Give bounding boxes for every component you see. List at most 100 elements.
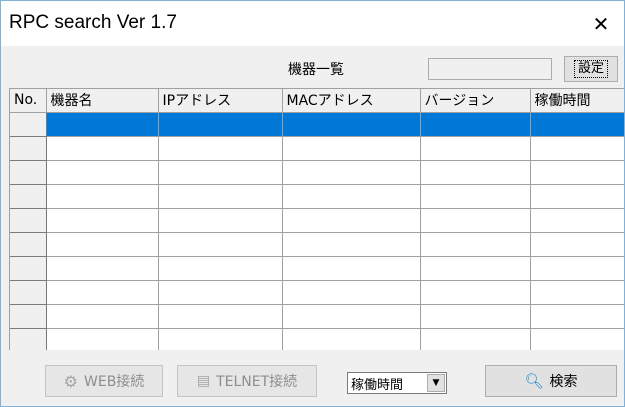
- table-cell[interactable]: [420, 208, 531, 233]
- chevron-down-icon[interactable]: ▼: [427, 374, 445, 392]
- row-header-cell[interactable]: [10, 184, 47, 209]
- row-header-cell[interactable]: [10, 160, 47, 185]
- device-list-title: 機器一覧: [288, 62, 344, 78]
- table-header-row: No. 機器名 IPアドレス MACアドレス バージョン 稼働時間: [10, 89, 624, 113]
- row-header-cell[interactable]: [10, 304, 47, 329]
- table-cell[interactable]: [420, 304, 531, 329]
- table-cell[interactable]: [158, 136, 283, 161]
- table-cell[interactable]: [282, 328, 421, 350]
- table-cell[interactable]: [158, 208, 283, 233]
- table-cell[interactable]: [158, 232, 283, 257]
- table-cell[interactable]: [158, 160, 283, 185]
- table-row[interactable]: [10, 256, 624, 281]
- table-row[interactable]: [10, 184, 624, 209]
- web-connect-button[interactable]: ⚙ WEB接続: [45, 365, 163, 397]
- table-row[interactable]: [10, 304, 624, 329]
- table-row[interactable]: [10, 208, 624, 233]
- table-cell[interactable]: [158, 256, 283, 281]
- table-cell[interactable]: [530, 160, 624, 185]
- device-grid[interactable]: No. 機器名 IPアドレス MACアドレス バージョン 稼働時間: [9, 88, 624, 350]
- web-connect-label: WEB接続: [84, 374, 145, 390]
- row-header-cell[interactable]: [10, 256, 47, 281]
- telnet-connect-label: TELNET接続: [216, 374, 298, 390]
- device-table: No. 機器名 IPアドレス MACアドレス バージョン 稼働時間: [10, 89, 624, 350]
- close-button[interactable]: ✕: [578, 1, 624, 46]
- table-cell[interactable]: [158, 304, 283, 329]
- table-cell[interactable]: [46, 160, 159, 185]
- table-cell[interactable]: [420, 256, 531, 281]
- table-cell[interactable]: [282, 304, 421, 329]
- table-row[interactable]: [10, 160, 624, 185]
- table-cell[interactable]: [158, 112, 283, 137]
- table-cell[interactable]: [158, 184, 283, 209]
- settings-button-label: 設定: [573, 60, 608, 78]
- table-row[interactable]: [10, 136, 624, 161]
- table-cell[interactable]: [530, 232, 624, 257]
- table-cell[interactable]: [282, 136, 421, 161]
- table-cell[interactable]: [282, 232, 421, 257]
- table-cell[interactable]: [282, 160, 421, 185]
- column-header-ip-address[interactable]: IPアドレス: [158, 89, 283, 113]
- table-cell[interactable]: [46, 136, 159, 161]
- table-cell[interactable]: [530, 208, 624, 233]
- search-label: 検索: [549, 374, 578, 390]
- table-cell[interactable]: [530, 328, 624, 350]
- table-cell[interactable]: [282, 280, 421, 305]
- table-cell[interactable]: [530, 184, 624, 209]
- status-field: [428, 58, 552, 80]
- settings-button[interactable]: 設定: [564, 56, 618, 82]
- table-cell[interactable]: [46, 208, 159, 233]
- table-cell[interactable]: [282, 256, 421, 281]
- sort-select-value: 稼働時間: [351, 377, 404, 393]
- app-window: RPC search Ver 1.7 ✕ 機器一覧 設定 No. 機器名 IPア…: [0, 0, 625, 407]
- row-header-cell[interactable]: [10, 136, 47, 161]
- close-icon: ✕: [592, 11, 610, 36]
- table-cell[interactable]: [530, 136, 624, 161]
- table-cell[interactable]: [420, 328, 531, 350]
- sort-select[interactable]: 稼働時間 ▼: [347, 372, 447, 394]
- row-header-cell[interactable]: [10, 280, 47, 305]
- column-header-mac-address[interactable]: MACアドレス: [282, 89, 421, 113]
- table-cell[interactable]: [46, 280, 159, 305]
- table-cell[interactable]: [530, 304, 624, 329]
- table-cell[interactable]: [46, 256, 159, 281]
- table-cell[interactable]: [158, 280, 283, 305]
- table-cell[interactable]: [420, 232, 531, 257]
- table-cell[interactable]: [530, 256, 624, 281]
- table-cell[interactable]: [46, 328, 159, 350]
- telnet-connect-button[interactable]: ▤ TELNET接続: [177, 365, 317, 397]
- table-row[interactable]: [10, 232, 624, 257]
- table-cell[interactable]: [46, 112, 159, 137]
- table-cell[interactable]: [158, 328, 283, 350]
- title-bar: RPC search Ver 1.7 ✕: [1, 1, 624, 46]
- column-header-uptime[interactable]: 稼働時間: [530, 89, 624, 113]
- row-header-cell[interactable]: [10, 328, 47, 350]
- table-cell[interactable]: [420, 136, 531, 161]
- row-header-cell[interactable]: [10, 232, 47, 257]
- table-cell[interactable]: [420, 280, 531, 305]
- column-header-device-name[interactable]: 機器名: [46, 89, 159, 113]
- table-cell[interactable]: [282, 184, 421, 209]
- table-row[interactable]: [10, 328, 624, 350]
- table-row[interactable]: [10, 280, 624, 305]
- table-cell[interactable]: [282, 112, 421, 137]
- table-cell[interactable]: [420, 184, 531, 209]
- row-header-cell[interactable]: [10, 112, 47, 137]
- column-header-version[interactable]: バージョン: [420, 89, 531, 113]
- table-cell[interactable]: [530, 280, 624, 305]
- table-cell[interactable]: [530, 112, 624, 137]
- table-cell[interactable]: [420, 112, 531, 137]
- table-cell[interactable]: [420, 160, 531, 185]
- search-button[interactable]: 🔍︎ 検索: [485, 365, 617, 397]
- table-cell[interactable]: [46, 184, 159, 209]
- table-row[interactable]: [10, 112, 624, 137]
- server-icon: ▤: [196, 373, 211, 389]
- magnifier-icon: 🔍︎: [524, 372, 544, 390]
- table-cell[interactable]: [46, 304, 159, 329]
- window-title: RPC search Ver 1.7: [9, 12, 177, 33]
- gear-icon: ⚙: [63, 371, 79, 391]
- row-header-cell[interactable]: [10, 208, 47, 233]
- column-header-no[interactable]: No.: [10, 89, 47, 113]
- table-cell[interactable]: [282, 208, 421, 233]
- table-cell[interactable]: [46, 232, 159, 257]
